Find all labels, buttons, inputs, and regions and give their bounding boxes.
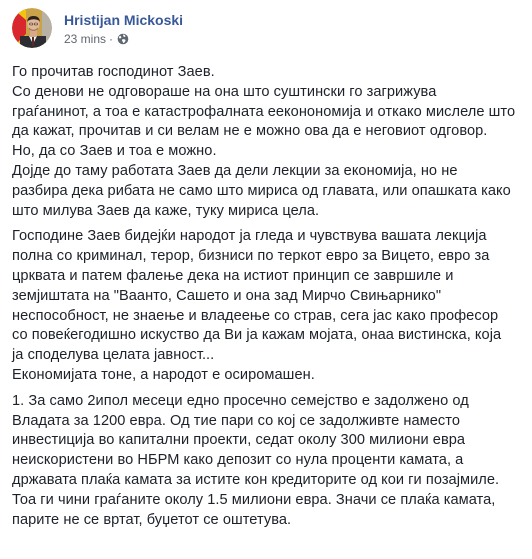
paragraph-2: Господине Заев бидејќи народот ја гледа … bbox=[12, 227, 528, 385]
profile-photo-icon bbox=[12, 8, 52, 48]
paragraph-1: Го прочитав господинот Заев. Со денови н… bbox=[12, 63, 528, 221]
avatar[interactable] bbox=[12, 8, 52, 48]
text-line: 1. За само 2ипол месеци едно просечно се… bbox=[12, 392, 469, 409]
text-line: неспособност, не знаење и владеење со ст… bbox=[12, 307, 499, 324]
text-line: Економијата тоне, а народот е осиромашен… bbox=[12, 366, 315, 383]
text-line: Дојде до таму работата Заев да дели лекц… bbox=[12, 162, 458, 179]
globe-icon[interactable] bbox=[117, 33, 129, 45]
text-line: Со денови не одговораше на она што сушти… bbox=[12, 83, 437, 100]
text-line: Тоа ги чини граѓаните околу 1.5 милиони … bbox=[12, 491, 496, 508]
separator-dot: · bbox=[109, 32, 114, 46]
facebook-post: Hristijan Mickoski 23 mins · Го прочитав… bbox=[0, 0, 532, 559]
text-line: граѓанинот, а тоа е катастрофалната ееко… bbox=[12, 103, 516, 120]
text-line: да кажат, прочитав и си велам не е можно… bbox=[12, 123, 488, 140]
text-line: црквата и патем фалење дека на истиот пр… bbox=[12, 267, 454, 284]
paragraph-3: 1. За само 2ипол месеци едно просечно се… bbox=[12, 392, 528, 531]
post-subline: 23 mins · bbox=[64, 31, 183, 47]
text-line: со повеќегодишно искуство да Ви ја кажам… bbox=[12, 327, 502, 344]
text-line: инвестиција во капитални проекти, седат … bbox=[12, 432, 466, 449]
text-line: парите не се вртат, буџетот се оштетува. bbox=[12, 511, 292, 528]
text-line: Го прочитав господинот Заев. bbox=[12, 64, 215, 80]
text-line: полна со криминал, терор, бизниси по тер… bbox=[12, 248, 490, 265]
text-line: државата плаќа камата за истите кон кред… bbox=[12, 471, 500, 488]
post-timestamp[interactable]: 23 mins bbox=[64, 31, 106, 47]
text-line: земјиштата на "Ваанто, Сашето и она зад … bbox=[12, 287, 442, 304]
author-name[interactable]: Hristijan Mickoski bbox=[64, 11, 183, 29]
post-meta: Hristijan Mickoski 23 mins · bbox=[64, 11, 183, 47]
text-line: Владата за 1200 евра. Од тие пари со кој… bbox=[12, 412, 461, 429]
text-line: што милува Заев да каже, туку мириса цел… bbox=[12, 202, 320, 219]
text-line: неискористени во НБРМ како депозит со ну… bbox=[12, 452, 464, 469]
post-body: Го прочитав господинот Заев. Со денови н… bbox=[12, 63, 528, 536]
text-line: Но, да со Заев и тоа е можно. bbox=[12, 143, 217, 160]
text-line: разбира дека рибата не само што мириса о… bbox=[12, 182, 511, 199]
text-line: ја споделува целата јавност... bbox=[12, 347, 215, 364]
text-line: Господине Заев бидејќи народот ја гледа … bbox=[12, 228, 487, 245]
post-header: Hristijan Mickoski 23 mins · bbox=[12, 7, 183, 53]
